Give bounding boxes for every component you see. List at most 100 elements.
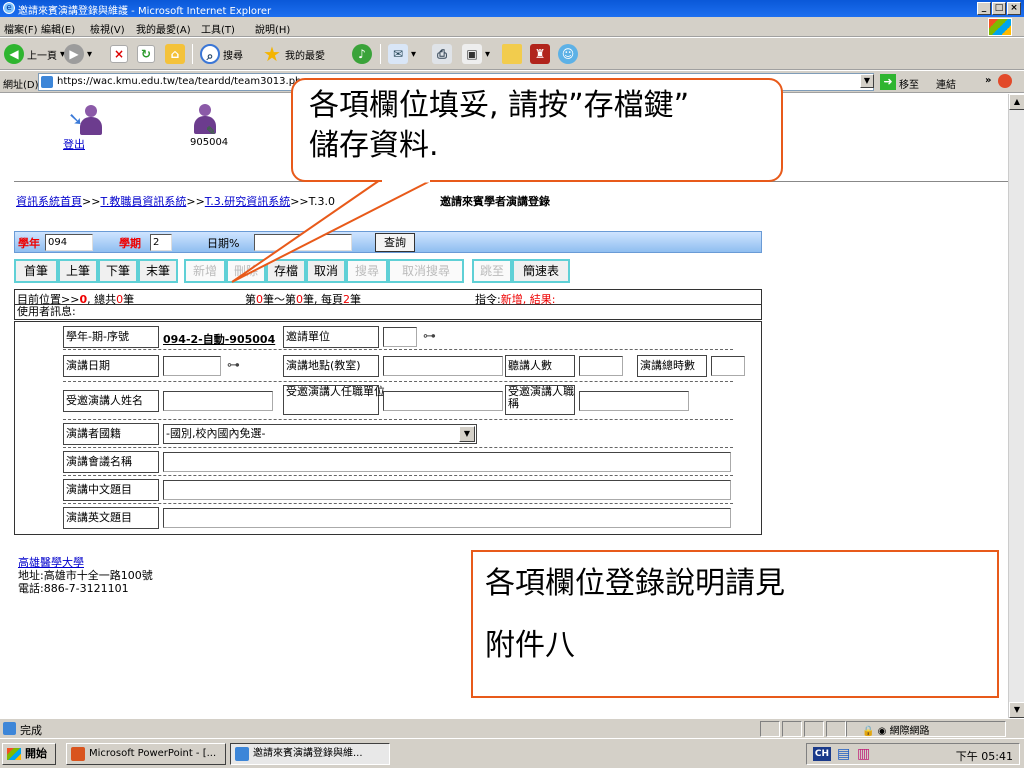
cn-title-input[interactable] (163, 480, 731, 500)
first-record-button[interactable]: 首筆 (14, 259, 58, 283)
cancel-search-button[interactable]: 取消搜尋 (388, 259, 464, 283)
taskbar-powerpoint[interactable]: Microsoft PowerPoint - [... (66, 743, 226, 765)
ime-input-icon[interactable]: ▥ (857, 746, 870, 762)
year-input[interactable]: 094 (45, 234, 93, 251)
speaker-title-input[interactable] (579, 391, 689, 411)
callout2-line-1: 各項欄位登錄說明請見 (485, 566, 785, 601)
breadcrumb-staff-system[interactable]: T.教職員資訊系統 (100, 195, 186, 208)
toolbar-separator (380, 44, 381, 64)
form-row: 演講者國籍 -國別,校內國內免選- ▼ (63, 420, 733, 448)
windows-start-icon (7, 748, 21, 760)
page-done-icon (3, 722, 16, 735)
addon-button[interactable]: ♜ (530, 42, 550, 66)
en-title-input[interactable] (163, 508, 731, 528)
ime-mode-icon[interactable]: ▤ (837, 746, 850, 762)
home-button[interactable]: ⌂ (165, 42, 185, 66)
prev-record-button[interactable]: 上筆 (58, 259, 98, 283)
logout-link[interactable]: 登出 (63, 136, 85, 152)
logout-icon[interactable]: ➘ (68, 105, 106, 139)
audience-input[interactable] (579, 356, 623, 376)
close-button[interactable]: × (1007, 2, 1021, 15)
speaker-input[interactable] (163, 391, 273, 411)
last-record-button[interactable]: 末筆 (138, 259, 178, 283)
edit-button[interactable]: ▣ ▾ (462, 42, 490, 66)
links-button[interactable]: 連結 (936, 76, 956, 91)
mail-button[interactable]: ✉ ▾ (388, 42, 416, 66)
stop-icon: × (110, 45, 128, 63)
favorites-button[interactable]: ★ 我的最愛 (262, 42, 325, 66)
menu-edit[interactable]: 編輯(E) (41, 21, 75, 36)
reference-callout: 各項欄位登錄說明請見 附件八 (471, 550, 999, 698)
nation-select[interactable]: -國別,校內國內免選- ▼ (163, 424, 477, 444)
menu-favorites[interactable]: 我的最愛(A) (136, 21, 191, 36)
org-input[interactable] (383, 391, 503, 411)
menu-tools[interactable]: 工具(T) (201, 21, 235, 36)
jump-button[interactable]: 跳至 (472, 259, 512, 283)
status-panel (760, 721, 780, 737)
add-button[interactable]: 新增 (184, 259, 226, 283)
addon-icon: ♜ (530, 44, 550, 64)
globe-icon: ◉ (877, 726, 887, 737)
hours-input[interactable] (711, 356, 745, 376)
window-title: 邀請來賓演講登錄與維護 - Microsoft Internet Explore… (18, 6, 272, 17)
breadcrumb-sep: >> (82, 195, 101, 208)
menu-help[interactable]: 說明(H) (255, 21, 290, 36)
messenger-button[interactable]: ☺ (558, 42, 578, 66)
vertical-scrollbar[interactable]: ▲ ▼ (1008, 94, 1024, 718)
minimize-button[interactable]: _ (977, 2, 991, 15)
print-button[interactable]: ⎙ (432, 42, 452, 66)
nation-label: 演講者國籍 (63, 423, 159, 445)
go-arrow-icon[interactable]: ➜ (880, 74, 896, 90)
lecture-date-input[interactable] (163, 356, 221, 376)
scroll-up-icon[interactable]: ▲ (1009, 94, 1024, 110)
address-label: 網址(D) (3, 80, 39, 91)
lookup-icon[interactable]: ⊶ (423, 329, 436, 344)
menu-file[interactable]: 檔案(F) (4, 21, 38, 36)
breadcrumb-research-system[interactable]: T.3.研究資訊系統 (205, 195, 290, 208)
refresh-button[interactable]: ↻ (137, 42, 155, 66)
messenger-icon: ☺ (558, 44, 578, 64)
cancel-button[interactable]: 取消 (306, 259, 346, 283)
nation-value: -國別,校內國內免選- (166, 427, 266, 440)
search-button[interactable]: ⌕ 搜尋 (200, 42, 243, 66)
maximize-button[interactable]: □ (992, 2, 1006, 15)
query-button[interactable]: 查詢 (375, 233, 415, 252)
breadcrumb-home[interactable]: 資訊系統首頁 (16, 195, 82, 208)
inviter-input[interactable] (383, 327, 417, 347)
media-button[interactable]: ♪ (352, 42, 372, 66)
place-input[interactable] (383, 356, 503, 376)
calendar-icon[interactable]: ⊶ (227, 358, 240, 373)
links-chevron-icon[interactable]: » (985, 75, 991, 86)
forward-button[interactable]: ▶ ▾ (64, 42, 92, 66)
address-dropdown-icon[interactable]: ▼ (860, 74, 874, 88)
go-button[interactable]: 移至 (899, 76, 919, 91)
folder-button[interactable] (502, 42, 522, 66)
quick-list-button[interactable]: 簡速表 (512, 259, 570, 283)
folder-icon (502, 44, 522, 64)
term-input[interactable]: 2 (150, 234, 172, 251)
back-button[interactable]: ◀ 上一頁 ▾ (4, 42, 65, 66)
back-arrow-icon: ◀ (4, 44, 24, 64)
start-label: 開始 (25, 747, 47, 760)
page-icon (41, 76, 53, 88)
conf-input[interactable] (163, 452, 731, 472)
media-icon: ♪ (352, 44, 372, 64)
start-button[interactable]: 開始 (2, 743, 56, 765)
save-button[interactable]: 存檔 (266, 259, 306, 283)
next-record-button[interactable]: 下筆 (98, 259, 138, 283)
delete-button[interactable]: 刪除 (226, 259, 266, 283)
search-record-button[interactable]: 搜尋 (346, 259, 388, 283)
links-extra-icon[interactable] (998, 74, 1012, 88)
taskbar: 開始 Microsoft PowerPoint - [... 邀請來賓演講登錄與… (0, 738, 1024, 768)
zone-label: 網際網路 (889, 726, 930, 737)
date-input[interactable] (254, 234, 352, 251)
taskbar-ie[interactable]: 邀請來賓演講登錄與維... (230, 743, 390, 765)
status-bar: 完成 🔒 ◉ 網際網路 (0, 718, 1024, 738)
school-link[interactable]: 高雄醫學大學 (18, 556, 84, 569)
ime-indicator[interactable]: CH (813, 747, 831, 761)
stop-button[interactable]: × (110, 42, 128, 66)
scroll-down-icon[interactable]: ▼ (1009, 702, 1024, 718)
menu-view[interactable]: 檢視(V) (90, 21, 125, 36)
search-icon: ⌕ (200, 44, 220, 64)
windows-logo-icon (988, 18, 1012, 36)
